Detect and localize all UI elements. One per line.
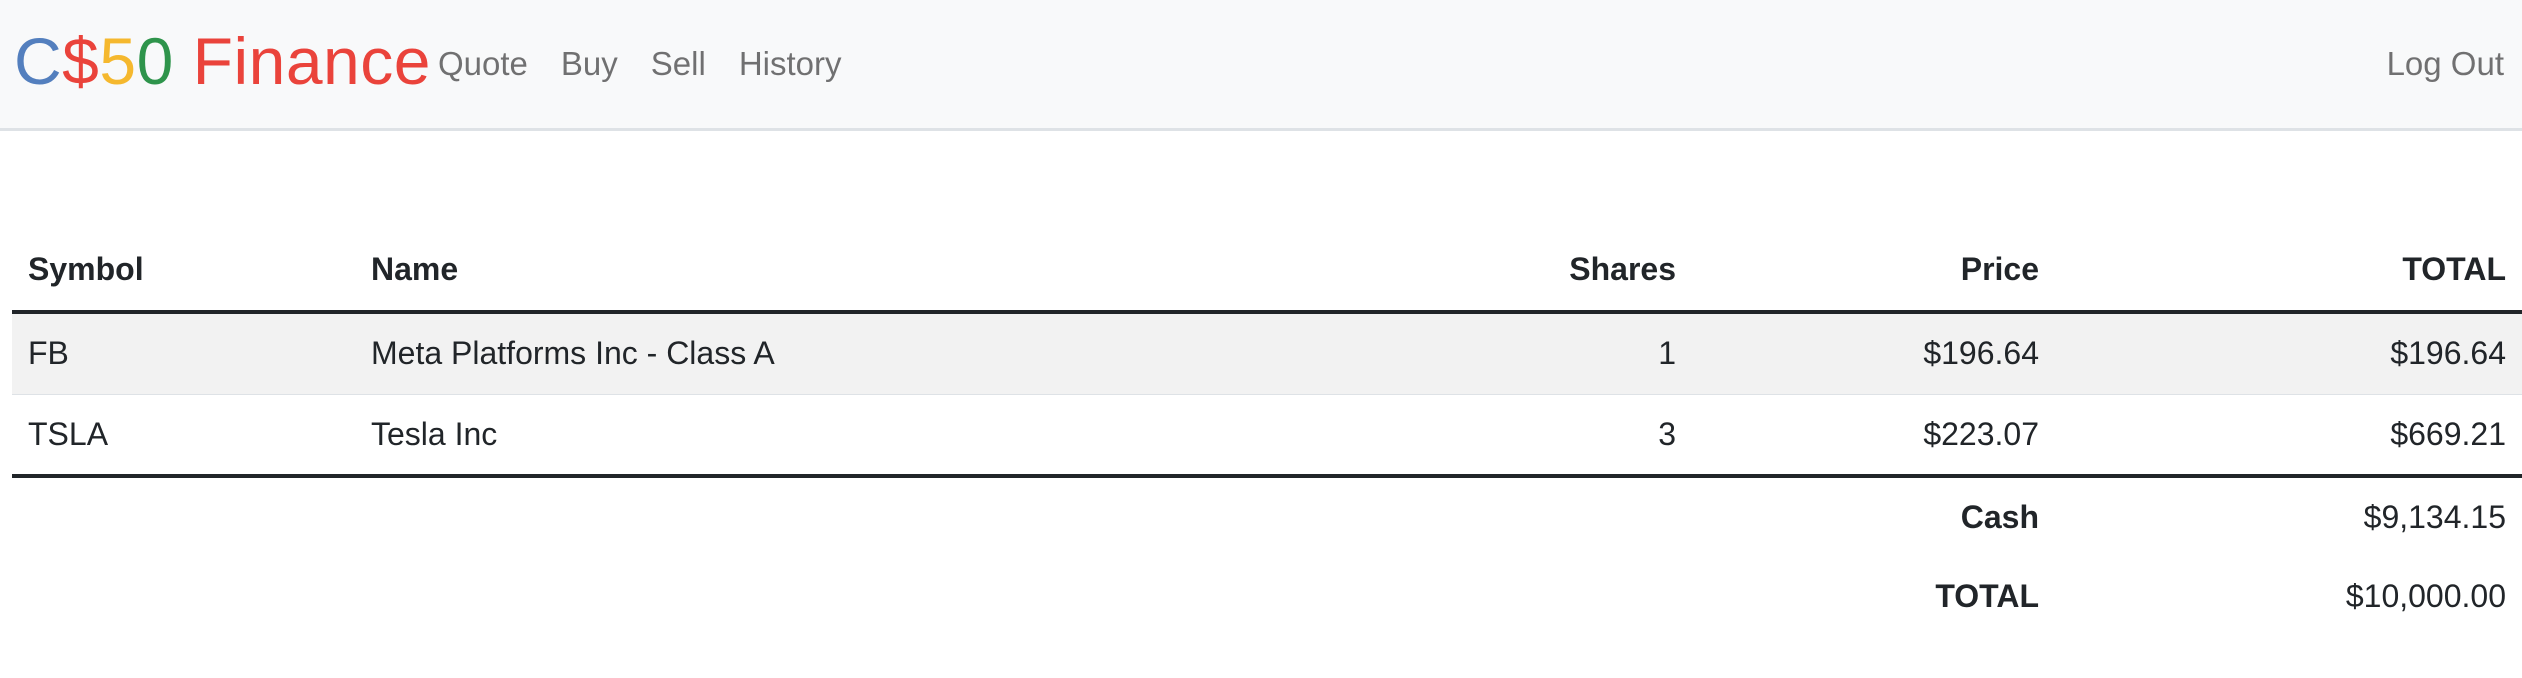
empty-cell (1299, 476, 1692, 556)
empty-cell (355, 556, 1299, 636)
brand-logo-link[interactable]: C$50 Finance (14, 22, 431, 100)
header-name: Name (355, 228, 1299, 314)
cell-total: $196.64 (2055, 312, 2522, 394)
nav-link-sell[interactable]: Sell (651, 44, 706, 84)
navbar: C$50 Finance Quote Buy Sell History Log … (0, 0, 2522, 131)
cell-symbol: TSLA (12, 393, 355, 478)
table-row: TSLA Tesla Inc 3 $223.07 $669.21 (12, 393, 2522, 478)
cell-symbol: FB (12, 312, 355, 394)
cell-price: $196.64 (1692, 312, 2055, 394)
grand-total-value: $10,000.00 (2345, 577, 2506, 614)
cell-name: Tesla Inc (355, 393, 1299, 478)
cell-shares: 1 (1299, 312, 1692, 394)
nav-link-buy[interactable]: Buy (561, 44, 618, 84)
cell-shares: 3 (1299, 393, 1692, 478)
grand-total-label: TOTAL (1935, 577, 2039, 614)
brand-letter-dollar: $ (62, 24, 100, 98)
table-row: FB Meta Platforms Inc - Class A 1 $196.6… (12, 312, 2522, 394)
nav-link-history[interactable]: History (739, 44, 842, 84)
empty-cell (12, 476, 355, 556)
header-total: TOTAL (2055, 228, 2522, 314)
brand-letter-five: 5 (99, 24, 137, 98)
holdings-table: Symbol Name Shares Price TOTAL FB Meta P… (12, 228, 2522, 636)
table-header: Symbol Name Shares Price TOTAL (12, 228, 2522, 314)
brand-letter-zero: 0 (136, 24, 174, 98)
cash-value: $9,134.15 (2363, 498, 2506, 535)
table-footer: Cash $9,134.15 TOTAL $10,000.00 (12, 476, 2522, 636)
header-symbol: Symbol (12, 228, 355, 314)
cell-total: $669.21 (2055, 393, 2522, 478)
header-row: Symbol Name Shares Price TOTAL (12, 228, 2522, 314)
header-price: Price (1692, 228, 2055, 314)
header-shares: Shares (1299, 228, 1692, 314)
table-body: FB Meta Platforms Inc - Class A 1 $196.6… (12, 312, 2522, 478)
logout-link[interactable]: Log Out (2387, 45, 2504, 82)
empty-cell (1299, 556, 1692, 636)
nav-right: Log Out (2387, 44, 2504, 84)
brand-letter-c: C (14, 24, 63, 98)
nav-link-quote[interactable]: Quote (438, 44, 528, 84)
main-nav: Quote Buy Sell History (438, 44, 875, 84)
grand-total-row: TOTAL $10,000.00 (12, 556, 2522, 636)
brand-word-finance: Finance (173, 24, 431, 98)
cash-row: Cash $9,134.15 (12, 476, 2522, 556)
empty-cell (355, 476, 1299, 556)
cash-label: Cash (1960, 498, 2039, 535)
cell-price: $223.07 (1692, 393, 2055, 478)
cell-name: Meta Platforms Inc - Class A (355, 312, 1299, 394)
empty-cell (12, 556, 355, 636)
